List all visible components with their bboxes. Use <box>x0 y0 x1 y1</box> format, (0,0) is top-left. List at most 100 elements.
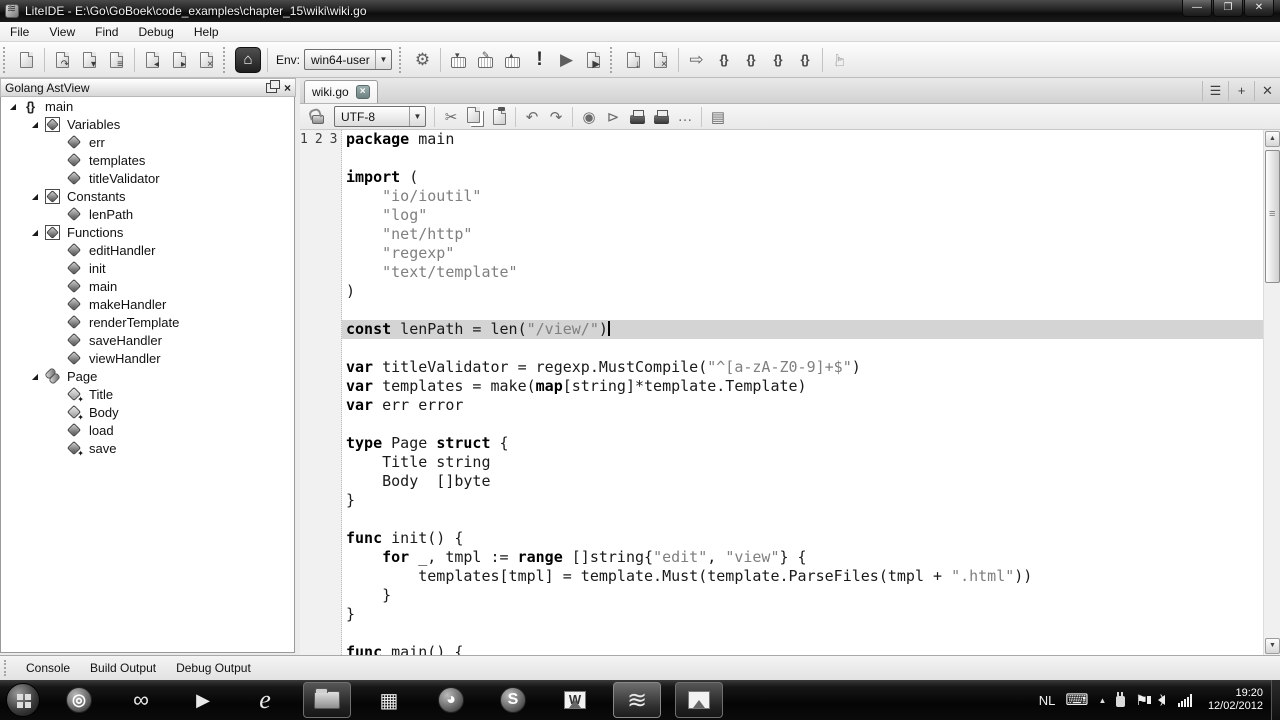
close-all-button[interactable]: × <box>193 46 220 73</box>
tree-item-functions[interactable]: ◢Functions <box>1 223 294 241</box>
scrollbar-thumb[interactable] <box>1265 150 1280 283</box>
tree-item-templates[interactable]: templates <box>1 151 294 169</box>
build-and-run-button[interactable]: ! <box>526 46 553 73</box>
paste-button[interactable] <box>487 105 511 129</box>
code-lines[interactable]: package mainimport ( "io/ioutil" "log" "… <box>342 130 1263 655</box>
pause-button[interactable]: ☞ <box>827 46 854 73</box>
compile-file-button[interactable]: ↓ <box>620 46 647 73</box>
export-button[interactable]: ⊳ <box>601 105 625 129</box>
tree-expand-icon[interactable]: ◢ <box>5 102 21 111</box>
cut-button[interactable]: ✂ <box>439 105 463 129</box>
minimize-button[interactable]: — <box>1182 0 1212 17</box>
tree-item-variables[interactable]: ◢Variables <box>1 115 294 133</box>
tree-expand-icon[interactable]: ◢ <box>27 372 43 381</box>
tree-item-savehandler[interactable]: saveHandler <box>1 331 294 349</box>
close-editor-button[interactable]: ✕ <box>1254 81 1280 101</box>
tree-item-load[interactable]: load <box>1 421 294 439</box>
close-button[interactable]: ✕ <box>1244 0 1274 17</box>
tree-item-lenpath[interactable]: lenPath <box>1 205 294 223</box>
run-button[interactable]: ▶ <box>553 46 580 73</box>
save-file-button[interactable]: ▾ <box>76 46 103 73</box>
firefox-app[interactable]: ◕ <box>427 682 475 718</box>
scroll-down-icon[interactable]: ▼ <box>1265 638 1280 654</box>
skype-app[interactable]: S <box>489 682 537 718</box>
language-indicator[interactable]: NL <box>1039 693 1056 708</box>
tree-expand-icon[interactable]: ◢ <box>27 228 43 237</box>
readonly-lock-icon[interactable] <box>306 105 330 129</box>
tab-close-icon[interactable]: × <box>356 85 370 99</box>
toolbar-handle[interactable] <box>3 47 9 73</box>
editor-scrollbar[interactable]: ▲ ▼ <box>1263 130 1280 655</box>
tree-item-body[interactable]: ✦Body <box>1 403 294 421</box>
power-plug-icon[interactable] <box>1116 694 1125 707</box>
output-bar-handle[interactable] <box>4 660 10 676</box>
output-tab-build-output[interactable]: Build Output <box>80 658 166 678</box>
tree-item-main[interactable]: ◢{}main <box>1 97 294 115</box>
menu-view[interactable]: View <box>39 23 85 41</box>
tree-item-viewhandler[interactable]: viewHandler <box>1 349 294 367</box>
output-tab-debug-output[interactable]: Debug Output <box>166 658 261 678</box>
open-file-button[interactable]: ↷ <box>49 46 76 73</box>
toolbar-handle[interactable] <box>399 47 405 73</box>
output-tab-console[interactable]: Console <box>16 658 80 678</box>
visual-studio-app[interactable]: ∞ <box>117 682 165 718</box>
home-button[interactable]: ⌂ <box>235 47 261 73</box>
tree-item-save[interactable]: ✦save <box>1 439 294 457</box>
tree-item-makehandler[interactable]: makeHandler <box>1 295 294 313</box>
tree-expand-icon[interactable]: ◢ <box>27 120 43 129</box>
tree-item-err[interactable]: err <box>1 133 294 151</box>
reload-file-button[interactable]: ◂ <box>139 46 166 73</box>
build-button[interactable]: ▾ <box>445 46 472 73</box>
hidden-icons-arrow[interactable]: ▲ <box>1098 696 1106 705</box>
network-app[interactable]: ◎ <box>55 682 103 718</box>
tree-item-main[interactable]: main <box>1 277 294 295</box>
internet-explorer-app[interactable]: e <box>241 682 289 718</box>
print-preview-button[interactable] <box>649 105 673 129</box>
goto-symbol-button[interactable]: ⇨ <box>683 46 710 73</box>
more-button[interactable]: … <box>673 105 697 129</box>
volume-icon[interactable] <box>1158 695 1168 705</box>
tab-list-button[interactable]: ☰ <box>1202 81 1228 101</box>
tree-expand-icon[interactable]: ◢ <box>27 192 43 201</box>
restore-button[interactable]: ❐ <box>1213 0 1243 17</box>
keyboard-icon[interactable]: ⌨ <box>1065 690 1088 710</box>
unfold-all-button[interactable]: {} <box>791 46 818 73</box>
menu-help[interactable]: Help <box>184 23 229 41</box>
toolbar-handle[interactable] <box>223 47 229 73</box>
tab-wiki-go[interactable]: wiki.go × <box>304 80 378 103</box>
fold-all-button[interactable]: {} <box>764 46 791 73</box>
tree-item-constants[interactable]: ◢Constants <box>1 187 294 205</box>
close-file-button[interactable]: ▸ <box>166 46 193 73</box>
save-all-button[interactable]: ≡ <box>103 46 130 73</box>
tree-item-init[interactable]: init <box>1 259 294 277</box>
tree-item-titlevalidator[interactable]: titleValidator <box>1 169 294 187</box>
scroll-up-icon[interactable]: ▲ <box>1265 131 1280 147</box>
options-button[interactable]: ⚙ <box>409 46 436 73</box>
tree-item-edithandler[interactable]: editHandler <box>1 241 294 259</box>
close-panel-icon[interactable]: × <box>284 83 291 93</box>
network-signal-icon[interactable] <box>1178 694 1193 707</box>
tree-item-page[interactable]: ◢Page <box>1 367 294 385</box>
clock[interactable]: 19:20 12/02/2012 <box>1208 687 1263 713</box>
toolbar-handle[interactable] <box>610 47 616 73</box>
liteide-app[interactable]: ≋ <box>613 682 661 718</box>
tree-item-title[interactable]: ✦Title <box>1 385 294 403</box>
media-player-app[interactable]: ▶ <box>179 682 227 718</box>
env-combo[interactable]: win64-user▼ <box>304 49 392 70</box>
print-button[interactable] <box>625 105 649 129</box>
calculator-app[interactable]: ▦ <box>365 682 413 718</box>
word-app[interactable]: W <box>551 682 599 718</box>
float-panel-icon[interactable] <box>266 83 277 93</box>
menu-file[interactable]: File <box>0 23 39 41</box>
run-file-button[interactable]: ▶ <box>580 46 607 73</box>
new-file-button[interactable] <box>13 46 40 73</box>
start-button[interactable] <box>6 683 40 717</box>
tree-item-rendertemplate[interactable]: renderTemplate <box>1 313 294 331</box>
undo-button[interactable]: ↶ <box>520 105 544 129</box>
file-explorer-app[interactable] <box>303 682 351 718</box>
code-viewport[interactable]: 1234567891011121314151617181920212223242… <box>300 130 1263 655</box>
wrap-button[interactable]: ▤ <box>706 105 730 129</box>
fold-block-button[interactable]: {} <box>710 46 737 73</box>
unfold-block-button[interactable]: {} <box>737 46 764 73</box>
image-viewer-app[interactable] <box>675 682 723 718</box>
